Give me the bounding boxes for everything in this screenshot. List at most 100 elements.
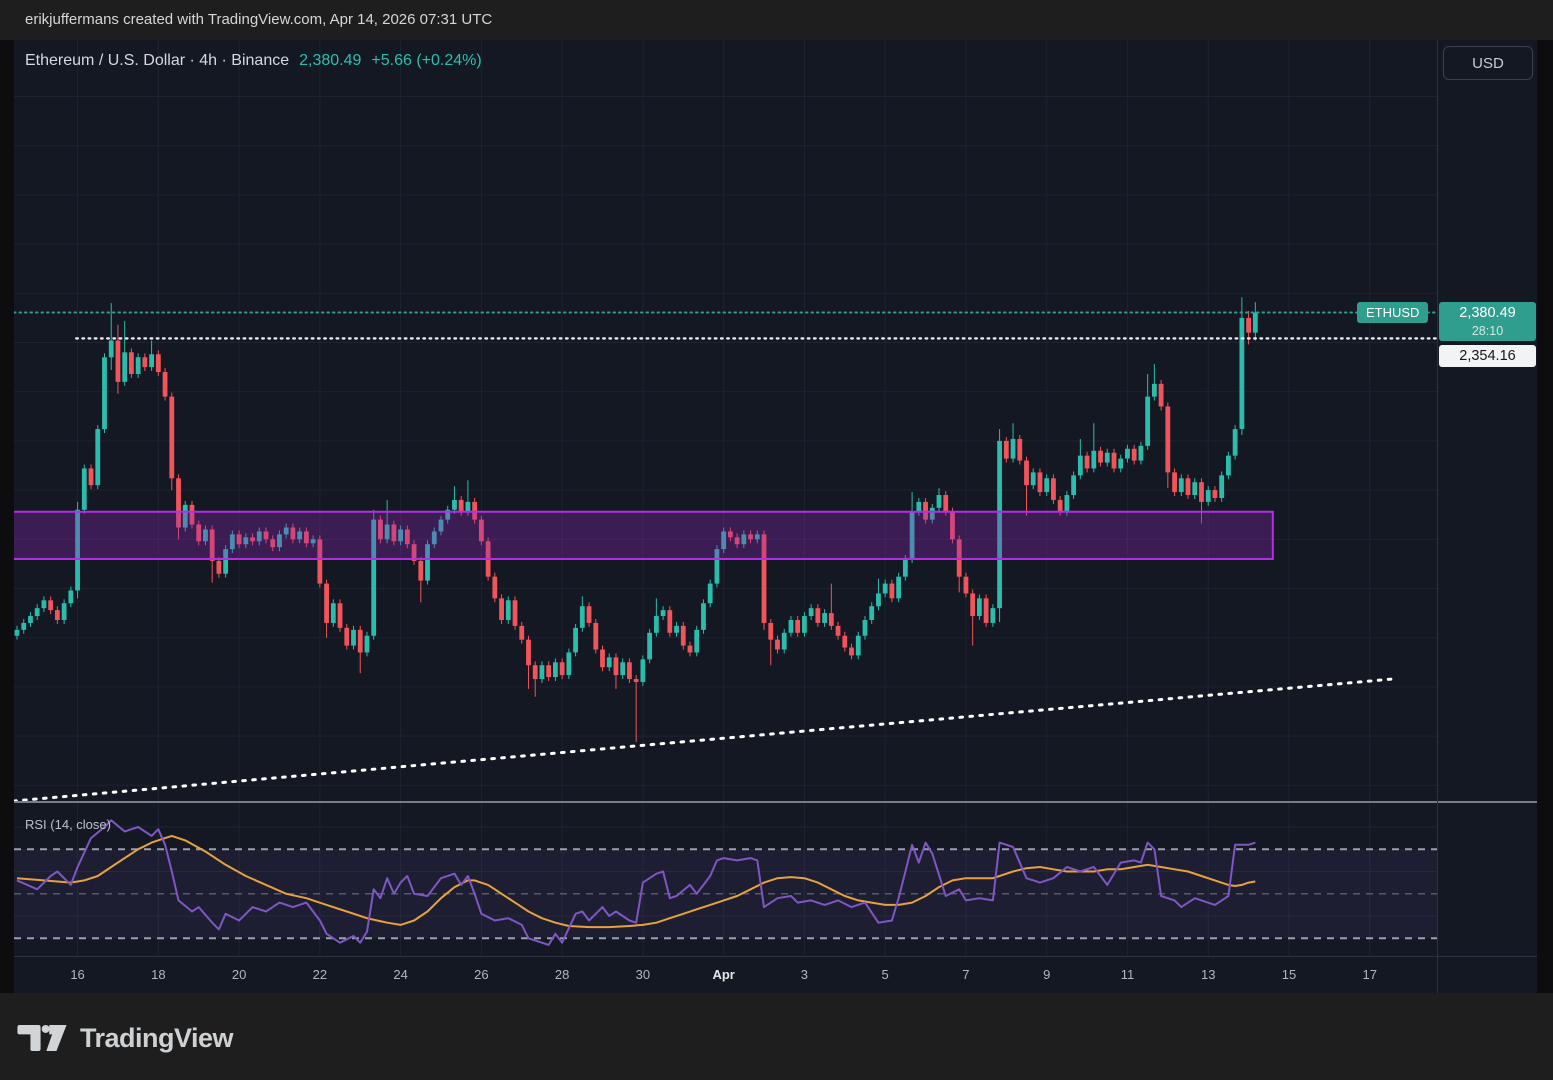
symbol-title: Ethereum / U.S. Dollar · 4h · Binance	[25, 52, 289, 69]
candle-body	[822, 613, 827, 623]
candle-body	[869, 606, 874, 620]
symbol-price-flag: ETHUSD	[1357, 302, 1428, 323]
time-tick-label: 3	[784, 967, 824, 982]
candle-body	[607, 657, 612, 667]
candle-body	[661, 610, 666, 616]
candle-body	[694, 630, 699, 653]
candle-body	[647, 633, 652, 660]
candle-body	[452, 500, 457, 510]
candle-body	[1125, 449, 1130, 459]
chart-plot[interactable]	[14, 40, 1537, 993]
candle-body	[795, 620, 800, 633]
candle-body	[109, 341, 114, 358]
candle-body	[1206, 490, 1211, 502]
candle-body	[1145, 397, 1150, 446]
time-tick-label: 9	[1027, 967, 1067, 982]
last-price-badge: 2,380.49 28:10	[1439, 302, 1536, 341]
right-gutter	[1537, 40, 1553, 993]
left-gutter	[0, 40, 14, 993]
candle-body	[169, 397, 174, 479]
candle-body	[560, 662, 565, 675]
candle-body	[459, 500, 464, 512]
candle-body	[1159, 384, 1164, 407]
candle-body	[768, 623, 773, 640]
candle-body	[916, 502, 921, 512]
candle-body	[587, 606, 592, 623]
candle-body	[102, 357, 107, 429]
time-tick-label: 28	[542, 967, 582, 982]
candle-body	[674, 626, 679, 633]
candle-body	[1132, 449, 1137, 461]
candle-body	[863, 620, 868, 636]
candle-body	[1186, 478, 1191, 495]
candle-body	[1213, 490, 1218, 498]
candle-body	[566, 652, 571, 675]
candle-body	[1064, 495, 1069, 512]
candle-body	[1038, 472, 1043, 492]
candle-body	[654, 616, 659, 633]
candle-body	[984, 598, 989, 623]
candle-body	[68, 590, 73, 603]
candle-body	[937, 495, 942, 508]
candle-body	[815, 608, 820, 623]
candle-body	[129, 352, 134, 374]
candle-body	[842, 636, 847, 648]
candle-body	[593, 623, 598, 650]
time-tick-label: 20	[219, 967, 259, 982]
candle-body	[964, 577, 969, 594]
candle-body	[1139, 446, 1144, 461]
candle-body	[1172, 472, 1177, 492]
candle-body	[1017, 439, 1022, 461]
candle-body	[600, 650, 605, 668]
candle-body	[977, 598, 982, 616]
candle-body	[1031, 472, 1036, 485]
candle-body	[156, 354, 161, 372]
supply-zone	[14, 512, 1273, 559]
candle-body	[775, 640, 780, 650]
candle-body	[634, 679, 639, 682]
candle-body	[614, 657, 619, 675]
candle-body	[89, 468, 94, 485]
candle-body	[903, 559, 908, 577]
tradingview-logo[interactable]: TradingView	[16, 1019, 233, 1057]
time-axis[interactable]: 1618202224262830Apr357911131517	[14, 956, 1437, 993]
candle-body	[1179, 478, 1184, 492]
candle-body	[789, 620, 794, 633]
candle-body	[513, 600, 518, 626]
candle-body	[338, 603, 343, 628]
price-axis[interactable]: 2,600.002,550.002,500.002,450.002,400.00…	[1437, 40, 1537, 956]
candle-body	[701, 603, 706, 630]
candle-body	[1011, 439, 1016, 459]
time-tick-label: Apr	[704, 967, 744, 982]
candle-body	[1246, 318, 1251, 333]
legend-last-price: 2,380.49	[299, 52, 361, 69]
candle-body	[526, 640, 531, 666]
candle-body	[418, 561, 423, 581]
candle-body	[1226, 456, 1231, 476]
time-tick-label: 30	[623, 967, 663, 982]
candle-body	[681, 626, 686, 646]
candle-body	[990, 608, 995, 623]
candle-body	[1192, 482, 1197, 495]
candle-body	[782, 633, 787, 650]
candle-body	[62, 603, 67, 620]
rsi-indicator-label[interactable]: RSI (14, close)	[25, 817, 111, 832]
time-tick-label: 22	[300, 967, 340, 982]
currency-toggle-button[interactable]: USD	[1443, 46, 1533, 80]
symbol-legend[interactable]: Ethereum / U.S. Dollar · 4h · Binance 2,3…	[25, 52, 482, 70]
candle-body	[1091, 451, 1096, 469]
tradingview-logo-text: TradingView	[80, 1023, 233, 1054]
candle-body	[627, 662, 632, 679]
candle-body	[1024, 461, 1029, 486]
candle-body	[667, 610, 672, 633]
candle-body	[116, 341, 121, 382]
candle-body	[1233, 429, 1238, 456]
time-tick-label: 7	[946, 967, 986, 982]
candle-body	[856, 636, 861, 656]
candle-body	[620, 662, 625, 675]
candle-body	[15, 630, 20, 636]
candle-body	[896, 577, 901, 599]
pane-separator-handle[interactable]	[14, 801, 1537, 803]
candle-body	[1071, 475, 1076, 495]
candle-body	[21, 623, 26, 630]
